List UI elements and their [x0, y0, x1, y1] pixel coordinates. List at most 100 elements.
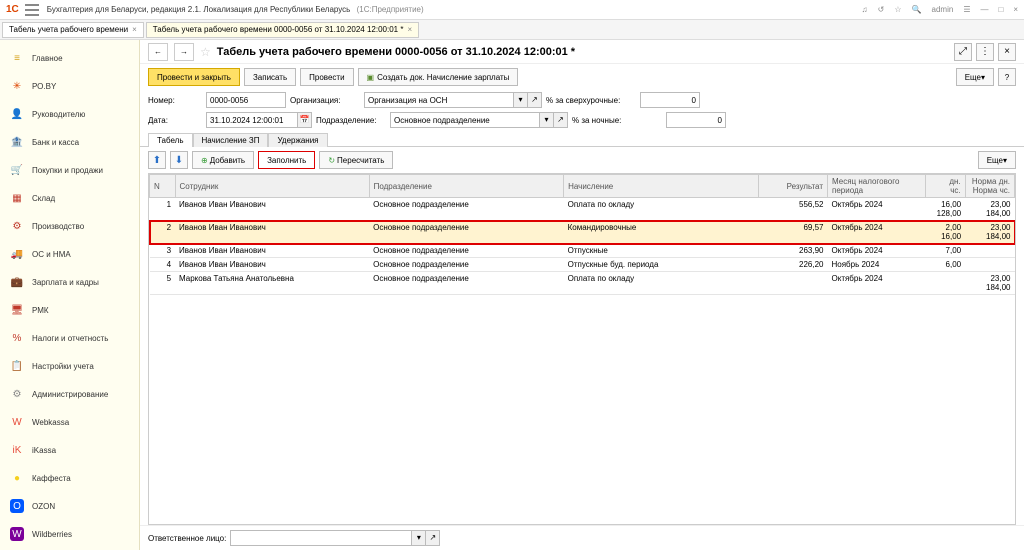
expand-icon[interactable]: ⤢	[954, 43, 972, 61]
sidebar-item-icon: %	[10, 331, 24, 345]
col-days-hrs[interactable]: дн.чс.	[925, 175, 965, 198]
sidebar-item[interactable]: ⚙Производство	[0, 212, 139, 240]
date-field[interactable]	[206, 112, 298, 128]
table-toolbar: ⬆ ⬇ ⊕Добавить Заполнить ↻Пересчитать Еще…	[140, 147, 1024, 173]
sidebar-item[interactable]: ●Каффеста	[0, 464, 139, 492]
col-dept[interactable]: Подразделение	[369, 175, 564, 198]
inner-tab-table[interactable]: Табель	[148, 133, 193, 147]
dropdown-icon[interactable]: ▾	[412, 530, 426, 546]
close-doc-icon[interactable]: ×	[998, 43, 1016, 61]
sidebar-item[interactable]: iK iKassa	[0, 436, 139, 464]
sidebar-item[interactable]: 👤Руководителю	[0, 100, 139, 128]
favorite-icon[interactable]: ☆	[200, 45, 211, 59]
hamburger-icon[interactable]	[25, 4, 39, 16]
sidebar-item[interactable]: ✳РО.BY	[0, 72, 139, 100]
night-label: % за ночные:	[572, 116, 662, 125]
col-accrual[interactable]: Начисление	[564, 175, 759, 198]
help-button[interactable]: ?	[998, 68, 1016, 86]
close-icon[interactable]: ×	[1013, 5, 1018, 14]
sidebar-item-label: РО.BY	[32, 82, 56, 91]
sidebar-item[interactable]: 🛒Покупки и продажи	[0, 156, 139, 184]
doc-toolbar: Провести и закрыть Записать Провести ▣Со…	[140, 64, 1024, 90]
col-period[interactable]: Месяц налогового периода	[828, 175, 926, 198]
number-label: Номер:	[148, 96, 202, 105]
resp-label: Ответственное лицо:	[148, 534, 226, 543]
inner-tab-deductions[interactable]: Удержания	[268, 133, 327, 147]
post-close-button[interactable]: Провести и закрыть	[148, 68, 240, 86]
night-field[interactable]	[666, 112, 726, 128]
sidebar-item[interactable]: 💼 Зарплата и кадры	[0, 268, 139, 296]
sidebar-item-icon: 📋	[10, 359, 24, 373]
dropdown-icon[interactable]: ▾	[540, 112, 554, 128]
sidebar-item[interactable]: 🚚ОС и НМА	[0, 240, 139, 268]
move-down-icon[interactable]: ⬇	[170, 151, 188, 169]
overtime-label: % за сверхурочные:	[546, 96, 636, 105]
dropdown-icon[interactable]: ▾	[514, 92, 528, 108]
tab[interactable]: Табель учета рабочего времени×	[2, 22, 144, 38]
dept-field[interactable]	[390, 112, 540, 128]
add-row-button[interactable]: ⊕Добавить	[192, 151, 254, 169]
sidebar-item[interactable]: %Налоги и отчетность	[0, 324, 139, 352]
sidebar-item[interactable]: ▦Склад	[0, 184, 139, 212]
tab-close-icon[interactable]: ×	[407, 25, 412, 34]
recount-button[interactable]: ↻Пересчитать	[319, 151, 393, 169]
save-button[interactable]: Записать	[244, 68, 296, 86]
bell-icon[interactable]: ♫	[862, 5, 868, 14]
move-up-icon[interactable]: ⬆	[148, 151, 166, 169]
app-title: Бухгалтерия для Беларуси, редакция 2.1. …	[47, 5, 862, 14]
org-label: Организация:	[290, 96, 360, 105]
doc-title: Табель учета рабочего времени 0000-0056 …	[217, 46, 575, 58]
open-icon[interactable]: ↗	[554, 112, 568, 128]
table-row[interactable]: 4Иванов Иван ИвановичОсновное подразделе…	[150, 258, 1015, 272]
sidebar-item-label: iKassa	[32, 446, 56, 455]
sidebar-item-icon: 💼	[10, 275, 24, 289]
sidebar-item[interactable]: WWildberries	[0, 520, 139, 548]
fill-button[interactable]: Заполнить	[258, 151, 315, 169]
sidebar-item[interactable]: ⚙Администрирование	[0, 380, 139, 408]
sidebar-item[interactable]: 🏦Банк и касса	[0, 128, 139, 156]
col-n[interactable]: N	[150, 175, 176, 198]
search-icon[interactable]: 🔍	[912, 5, 922, 14]
sidebar-item-icon: iK	[10, 443, 24, 457]
number-field[interactable]	[206, 92, 286, 108]
history-icon[interactable]: ↺	[878, 5, 885, 14]
col-norm[interactable]: Норма дн.Норма чс.	[965, 175, 1014, 198]
tab[interactable]: Табель учета рабочего времени 0000-0056 …	[146, 22, 419, 38]
nav-back-button[interactable]: ←	[148, 43, 168, 61]
resp-field[interactable]	[230, 530, 412, 546]
table-row[interactable]: 2Иванов Иван ИвановичОсновное подразделе…	[150, 221, 1015, 244]
data-table: N Сотрудник Подразделение Начисление Рез…	[148, 173, 1016, 525]
user-label: admin	[932, 5, 954, 14]
open-icon[interactable]: ↗	[426, 530, 440, 546]
sidebar-item[interactable]: 📋Настройки учета	[0, 352, 139, 380]
more-button[interactable]: Еще ▾	[956, 68, 994, 86]
tab-close-icon[interactable]: ×	[132, 25, 137, 34]
sidebar-item[interactable]: WWebkassa	[0, 408, 139, 436]
menu-icon[interactable]: ⋮	[976, 43, 994, 61]
col-result[interactable]: Результат	[759, 175, 828, 198]
settings-icon[interactable]: ☰	[963, 5, 970, 14]
post-button[interactable]: Провести	[300, 68, 353, 86]
sidebar-item-icon: 🖥	[10, 303, 24, 317]
calendar-icon[interactable]: 📅	[298, 112, 312, 128]
sidebar-item[interactable]: OOZON	[0, 492, 139, 520]
inner-tab-accrual[interactable]: Начисление ЗП	[193, 133, 269, 147]
table-more-button[interactable]: Еще ▾	[978, 151, 1016, 169]
sidebar-item-label: Зарплата и кадры	[32, 278, 99, 287]
minimize-icon[interactable]: —	[980, 5, 988, 14]
table-row[interactable]: 5Маркова Татьяна АнатольевнаОсновное под…	[150, 272, 1015, 295]
open-icon[interactable]: ↗	[528, 92, 542, 108]
dept-label: Подразделение:	[316, 116, 386, 125]
sidebar-item[interactable]: 🖥РМК	[0, 296, 139, 324]
maximize-icon[interactable]: □	[998, 5, 1003, 14]
sidebar-item[interactable]: ≡Главное	[0, 44, 139, 72]
create-accrual-button[interactable]: ▣Создать док. Начисление зарплаты	[358, 68, 519, 86]
table-row[interactable]: 1Иванов Иван ИвановичОсновное подразделе…	[150, 198, 1015, 221]
sidebar-item-icon: ▦	[10, 191, 24, 205]
org-field[interactable]	[364, 92, 514, 108]
col-employee[interactable]: Сотрудник	[175, 175, 369, 198]
star-icon[interactable]: ☆	[894, 5, 901, 14]
nav-fwd-button[interactable]: →	[174, 43, 194, 61]
overtime-field[interactable]	[640, 92, 700, 108]
table-row[interactable]: 3Иванов Иван ИвановичОсновное подразделе…	[150, 244, 1015, 258]
